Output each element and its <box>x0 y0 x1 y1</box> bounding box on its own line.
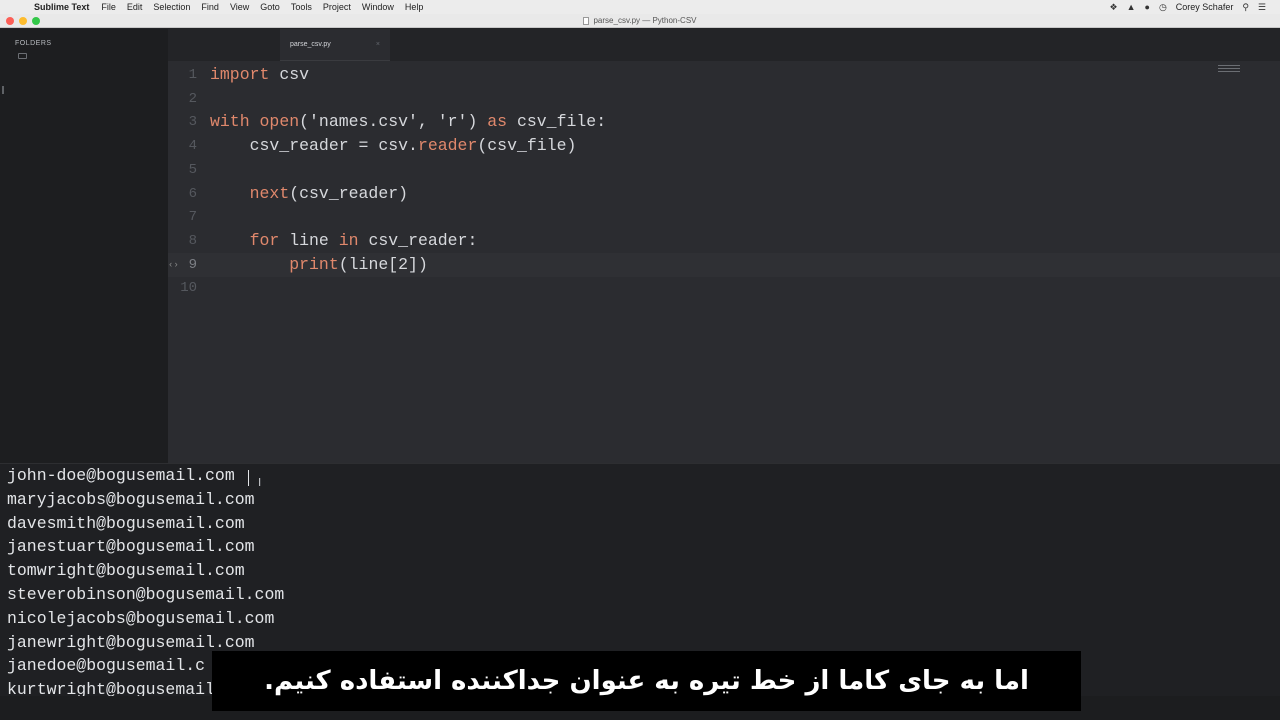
app-menu[interactable]: Sublime Text <box>34 2 89 12</box>
fold-marker-icon[interactable]: ‹› <box>168 253 179 277</box>
code-token-plain: csv_reader = csv. <box>210 136 418 156</box>
zoom-window-button[interactable] <box>32 17 40 25</box>
code-token-plain: ('names.csv', 'r') <box>299 112 488 132</box>
line-number: 4 <box>188 138 197 155</box>
code-text: with open('names.csv', 'r') as csv_file: <box>210 110 606 134</box>
menu-view[interactable]: View <box>230 2 249 12</box>
dropbox-icon[interactable]: ❖ <box>1110 2 1118 13</box>
search-icon[interactable]: ⚲ <box>1242 2 1249 13</box>
subtitle-text: اما به جای کاما از خط تیره به عنوان جداک… <box>264 666 1029 696</box>
output-line: nicolejacobs@bogusemail.com <box>7 608 275 628</box>
output-line: steverobinson@bogusemail.com <box>7 585 285 604</box>
code-line[interactable]: 2 <box>168 87 1280 111</box>
code-line[interactable]: 7 <box>168 205 1280 229</box>
window-title-bar: parse_csv.py — Python-CSV <box>0 14 1280 28</box>
code-text: print(line[2]) <box>210 253 428 277</box>
notification-icon[interactable]: ● <box>1145 2 1150 12</box>
drive-icon[interactable]: ▲ <box>1127 2 1136 12</box>
menu-file[interactable]: File <box>101 2 116 12</box>
code-token-plain: csv <box>269 65 310 84</box>
line-number: 7 <box>188 209 197 226</box>
code-line[interactable]: 10 <box>168 276 1280 300</box>
code-token-plain: (csv_reader) <box>289 183 409 203</box>
output-line: davesmith@bogusemail.com <box>7 513 245 533</box>
code-token-fn: reader <box>417 136 478 156</box>
user-name[interactable]: Corey Schafer <box>1176 2 1234 12</box>
line-number: 1 <box>188 67 197 83</box>
text-cursor <box>248 470 249 486</box>
line-number: 3 <box>188 114 197 131</box>
output-line: tomwright@bogusemail.com <box>7 561 245 581</box>
tab-inactive[interactable] <box>168 29 278 61</box>
sidebar-title: FOLDERS <box>15 40 52 47</box>
code-token-plain: line <box>279 230 339 250</box>
folder-icon <box>18 53 27 59</box>
code-line[interactable]: 3 with open('names.csv', 'r') as csv_file… <box>168 110 1280 134</box>
code-editor[interactable]: 1 import csv 2 3 with open('names.csv', 'r')… <box>168 61 1280 463</box>
close-window-button[interactable] <box>6 17 14 25</box>
code-line[interactable]: 5 <box>168 158 1280 182</box>
menu-find[interactable]: Find <box>201 2 219 12</box>
tab-bar: parse_csv.py × <box>168 29 1280 61</box>
menu-bar: Sublime Text File Edit Selection Find Vi… <box>0 0 1280 14</box>
line-number: 10 <box>180 280 197 297</box>
file-marker <box>2 86 4 94</box>
output-line: janedoe@bogusemail.c <box>7 656 206 676</box>
code-text: csv_reader = csv.reader(csv_file) <box>210 134 577 158</box>
tab-close-icon[interactable]: × <box>376 41 380 48</box>
menu-window[interactable]: Window <box>362 2 394 12</box>
code-token-kw: as <box>487 112 508 132</box>
output-line: maryjacobs@bogusemail.com <box>7 489 255 509</box>
line-number: 8 <box>188 232 197 249</box>
status-menus: ❖ ▲ ● ◷ Corey Schafer ⚲ ☰ <box>1110 0 1267 14</box>
code-token-kw: import <box>210 65 270 84</box>
menu-selection[interactable]: Selection <box>153 2 190 12</box>
code-line[interactable]: 1 import csv <box>168 63 1280 87</box>
line-number: 5 <box>188 161 197 178</box>
code-text: import csv <box>210 63 309 87</box>
code-token-fn: open <box>259 112 300 132</box>
document-icon <box>583 16 590 25</box>
sidebar: FOLDERS <box>0 29 168 463</box>
video-subtitle: اما به جای کاما از خط تیره به عنوان جداک… <box>212 651 1081 711</box>
code-token-kw: in <box>338 230 359 250</box>
code-token-kw: with <box>210 112 250 132</box>
menu-project[interactable]: Project <box>323 2 351 12</box>
tab-label: parse_csv.py <box>290 41 331 48</box>
code-line[interactable]: 8 for line in csv_reader: <box>168 229 1280 253</box>
output-line: john-doe@bogusemail.com <box>7 466 235 485</box>
code-text: next(csv_reader) <box>210 182 408 206</box>
code-token-plain: csv_file: <box>507 112 607 132</box>
menu-help[interactable]: Help <box>405 2 424 12</box>
code-token-plain: (line[2]) <box>338 254 428 274</box>
traffic-lights <box>6 17 40 25</box>
output-line: janestuart@bogusemail.com <box>7 537 255 557</box>
ibeam-cursor-icon: I <box>258 476 262 489</box>
menu-edit[interactable]: Edit <box>127 2 143 12</box>
code-line[interactable]: 6 next(csv_reader) <box>168 182 1280 206</box>
sidebar-folder[interactable] <box>18 53 168 59</box>
window-title: parse_csv.py — Python-CSV <box>593 16 697 25</box>
line-number: 6 <box>188 185 197 202</box>
menu-list-icon[interactable]: ☰ <box>1258 2 1266 13</box>
tab-parse-csv[interactable]: parse_csv.py × <box>280 29 390 61</box>
minimize-window-button[interactable] <box>19 17 27 25</box>
code-token-plain: (csv_file) <box>477 136 577 156</box>
menu-tools[interactable]: Tools <box>291 2 312 12</box>
code-text: for line in csv_reader: <box>210 229 478 253</box>
code-token-fn: next <box>249 183 290 203</box>
code-line[interactable]: 9 print(line[2]) ‹› <box>168 252 1280 277</box>
code-token-kw: for <box>249 230 280 250</box>
line-number: 2 <box>188 90 197 107</box>
history-icon[interactable]: ◷ <box>1159 2 1167 13</box>
code-token-fn: print <box>289 254 339 274</box>
code-line[interactable]: 4 csv_reader = csv.reader(csv_file) <box>168 134 1280 158</box>
code-token-plain: csv_reader: <box>358 230 478 250</box>
menu-goto[interactable]: Goto <box>260 2 280 12</box>
